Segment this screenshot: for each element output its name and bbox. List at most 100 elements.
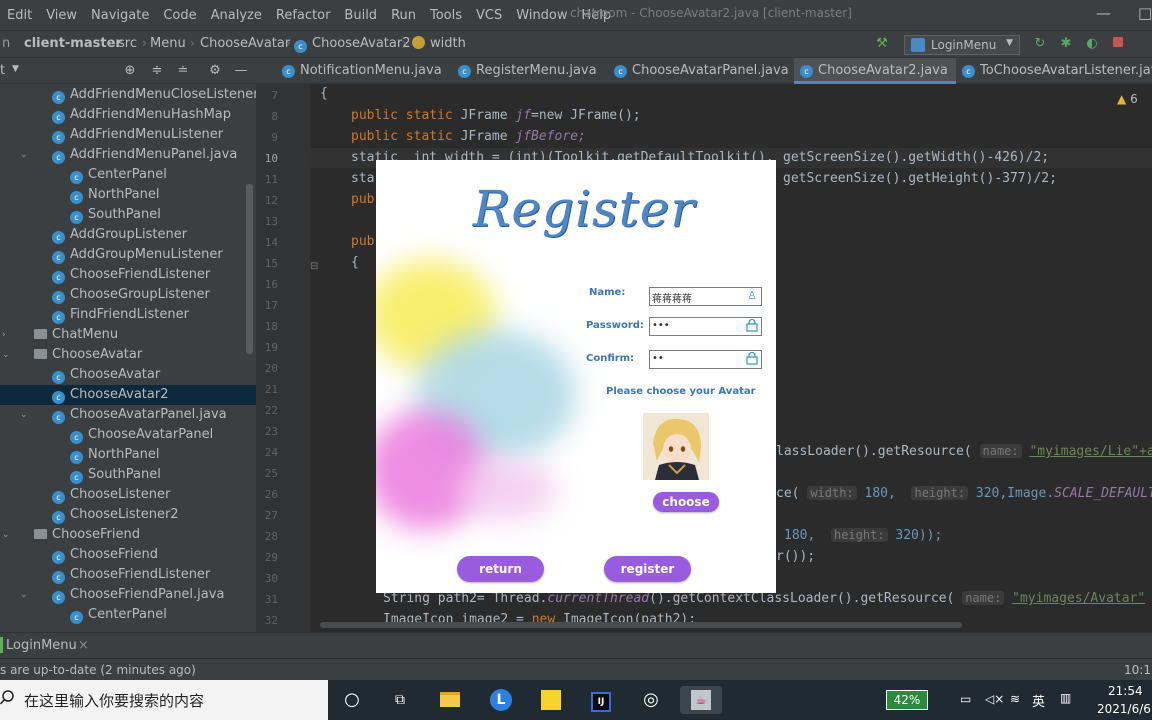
project-panel-title[interactable]: t: [0, 63, 5, 78]
clock-date[interactable]: 2021/6/6: [1097, 702, 1151, 716]
confirm-field[interactable]: ••: [649, 350, 762, 369]
return-button[interactable]: return: [457, 556, 544, 582]
browser-icon[interactable]: ◎: [637, 686, 665, 714]
clock-time[interactable]: 21:54: [1108, 684, 1143, 698]
tree-item[interactable]: c FindFriendListener: [0, 305, 256, 325]
battery-indicator[interactable]: 42%: [886, 690, 928, 710]
tree-item[interactable]: c AddFriendMenuListener: [0, 125, 256, 145]
build-hammer-icon[interactable]: ⚒: [874, 36, 890, 52]
tree-item[interactable]: c SouthPanel: [0, 465, 256, 485]
breadcrumb-menu[interactable]: Menu: [150, 36, 186, 51]
menu-vcs[interactable]: VCS: [469, 8, 509, 23]
run-tool-window-bar: LoginMenu ×: [0, 632, 1152, 658]
tree-item[interactable]: c ChooseListener2: [0, 505, 256, 525]
run-tab-label[interactable]: LoginMenu: [6, 638, 77, 653]
breadcrumb-src[interactable]: src: [118, 36, 137, 51]
menu-tools[interactable]: Tools: [423, 8, 469, 23]
chevron-down-icon[interactable]: ⌄: [20, 405, 28, 425]
cortana-icon[interactable]: ○: [338, 686, 366, 714]
tree-item[interactable]: c ChooseFriend: [0, 545, 256, 565]
menu-refactor[interactable]: Refactor: [269, 8, 338, 23]
hide-panel-icon[interactable]: —: [233, 63, 249, 79]
locate-target-icon[interactable]: ⊕: [122, 63, 138, 79]
tree-item[interactable]: c NorthPanel: [0, 185, 256, 205]
minimize-icon[interactable]: —: [1096, 4, 1111, 22]
breadcrumb-field[interactable]: width: [412, 36, 466, 51]
tree-item[interactable]: c AddFriendMenuHashMap: [0, 105, 256, 125]
breadcrumb-chooseavatar[interactable]: ChooseAvatar: [200, 36, 290, 51]
caret-position[interactable]: 10:15: [1124, 663, 1152, 677]
breadcrumb-class[interactable]: c ChooseAvatar2: [294, 36, 410, 53]
task-view-icon[interactable]: ⧉: [386, 686, 414, 714]
close-icon[interactable]: ×: [78, 638, 89, 653]
menu-navigate[interactable]: Navigate: [84, 8, 156, 23]
tree-folder[interactable]: ⌄ ChooseAvatar: [0, 345, 256, 365]
name-field[interactable]: 蒋蒋蒋蒋 ♙: [649, 287, 762, 306]
tree-item[interactable]: c AddFriendMenuCloseListener: [0, 85, 256, 105]
tree-item[interactable]: c CenterPanel: [0, 165, 256, 185]
messenger-app-icon[interactable]: L: [487, 686, 515, 714]
tree-item[interactable]: c ChooseFriendListener: [0, 265, 256, 285]
choose-avatar-button[interactable]: choose: [653, 492, 719, 512]
tree-item[interactable]: c AddGroupMenuListener: [0, 245, 256, 265]
tree-item[interactable]: c ChooseAvatar2: [0, 385, 256, 405]
tree-item-label: ChooseAvatarPanel.java: [70, 407, 227, 422]
ime-mode-icon[interactable]: ▥: [1060, 691, 1071, 705]
tree-item[interactable]: c NorthPanel: [0, 445, 256, 465]
rerun-icon[interactable]: ↻: [1032, 36, 1048, 52]
tree-item[interactable]: c ChooseFriendListener: [0, 565, 256, 585]
collapse-all-icon[interactable]: ≐: [175, 63, 191, 79]
menu-edit[interactable]: Edit: [0, 8, 39, 23]
tab-registermenu[interactable]: c RegisterMenu.java: [452, 58, 612, 84]
gear-icon[interactable]: ⚙: [207, 63, 223, 79]
tree-item[interactable]: ⌄ c ChooseFriendPanel.java: [0, 585, 256, 605]
chevron-down-icon[interactable]: ⌄: [20, 585, 28, 605]
taskbar-search-box[interactable]: 在这里输入你要搜索的内容: [0, 680, 328, 720]
tab-chooseavatar2[interactable]: c ChooseAvatar2.java: [794, 58, 956, 84]
tab-notificationmenu[interactable]: c NotificationMenu.java: [276, 58, 456, 84]
menu-code[interactable]: Code: [156, 8, 203, 23]
password-field[interactable]: •••: [649, 317, 762, 336]
tree-item[interactable]: c ChooseGroupListener: [0, 285, 256, 305]
menu-run[interactable]: Run: [384, 8, 423, 23]
tree-item[interactable]: c SouthPanel: [0, 205, 256, 225]
tree-item[interactable]: ⌄ c ChooseAvatarPanel.java: [0, 405, 256, 425]
chevron-down-icon[interactable]: ⌄: [2, 345, 10, 365]
tree-folder[interactable]: ⌄ ChooseFriend: [0, 525, 256, 545]
tree-item[interactable]: c AddGroupListener: [0, 225, 256, 245]
chevron-right-icon[interactable]: ›: [2, 325, 6, 345]
editor-horizontal-scrollbar[interactable]: [320, 622, 962, 628]
menu-analyze[interactable]: Analyze: [204, 8, 269, 23]
intellij-idea-icon[interactable]: IJ: [587, 686, 615, 714]
volume-icon[interactable]: ◁×: [985, 692, 1004, 706]
maximize-icon[interactable]: □: [1138, 4, 1152, 22]
chevron-down-icon[interactable]: ⌄: [2, 525, 10, 545]
coverage-icon[interactable]: ◐: [1084, 36, 1100, 52]
wifi-icon[interactable]: ≋: [1010, 692, 1020, 706]
power-icon[interactable]: ▭: [960, 692, 971, 706]
tree-item[interactable]: c ChooseListener: [0, 485, 256, 505]
file-explorer-icon[interactable]: [436, 686, 464, 714]
tree-item[interactable]: ⌄ c AddFriendMenuPanel.java: [0, 145, 256, 165]
tab-chooseavatarpanel[interactable]: c ChooseAvatarPanel.java: [608, 58, 794, 84]
run-configuration-select[interactable]: LoginMenu ▼: [904, 35, 1020, 55]
tab-tochooseavatarlistener[interactable]: c ToChooseAvatarListener.java: [956, 58, 1152, 84]
tree-item[interactable]: c ChooseAvatarPanel: [0, 425, 256, 445]
chevron-down-icon[interactable]: ▼: [12, 64, 19, 74]
menu-window[interactable]: Window: [509, 8, 574, 23]
stop-icon[interactable]: [1110, 36, 1126, 52]
tree-folder[interactable]: › ChatMenu: [0, 325, 256, 345]
fold-icon[interactable]: ⊟: [310, 261, 318, 272]
expand-all-icon[interactable]: ≑: [149, 63, 165, 79]
menu-view[interactable]: View: [39, 8, 84, 23]
warnings-indicator[interactable]: ▲ 6: [1117, 92, 1138, 106]
chevron-down-icon[interactable]: ⌄: [20, 145, 28, 165]
ime-indicator[interactable]: 英: [1032, 691, 1045, 710]
menu-build[interactable]: Build: [337, 8, 384, 23]
tree-item[interactable]: c CenterPanel: [0, 605, 256, 625]
tree-item[interactable]: c ChooseAvatar: [0, 365, 256, 385]
java-app-icon[interactable]: ☕: [680, 686, 722, 714]
register-button[interactable]: register: [604, 556, 691, 582]
sticky-notes-icon[interactable]: [537, 686, 565, 714]
debug-icon[interactable]: ✱: [1058, 36, 1074, 52]
